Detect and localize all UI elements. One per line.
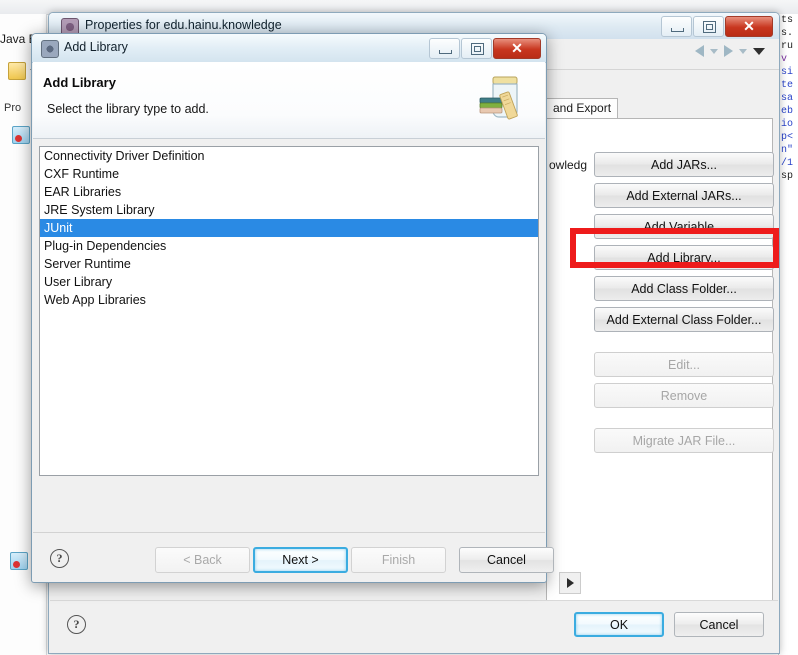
code-line: n" [781,145,794,156]
code-editor-sliver[interactable]: ts s. ru v si te sa eb io p< n" /1 sp [778,14,798,655]
remove-button[interactable]: Remove [594,383,774,408]
code-line: io [781,119,794,130]
add-external-jars-button[interactable]: Add External JARs... [594,183,774,208]
next-button[interactable]: Next > [253,547,348,573]
dialog-close-button[interactable]: ✕ [493,38,541,59]
finish-button[interactable]: Finish [351,547,446,573]
back-button[interactable]: < Back [155,547,250,573]
screen-root: Java EE Pro ts s. ru v si te sa eb io p< [0,0,798,655]
properties-bottom-bar: ? OK Cancel [50,600,778,653]
close-button[interactable]: ✕ [725,16,773,37]
add-library-dialog: Add Library ✕ Add Library Select the lib… [31,33,554,583]
java-file-icon-2[interactable] [10,552,28,570]
code-line: te [781,80,794,91]
close-icon: ✕ [511,40,523,56]
dialog-header: Add Library Select the library type to a… [33,62,545,139]
list-item[interactable]: CXF Runtime [40,165,538,183]
chevron-down-icon-menu[interactable] [753,47,765,55]
dialog-cancel-button[interactable]: Cancel [459,547,554,573]
java-file-icon[interactable] [12,126,30,144]
code-line: ts [781,15,794,26]
list-item[interactable]: Connectivity Driver Definition [40,147,538,165]
horizontal-scroll-right-arrow[interactable] [559,572,581,594]
dialog-heading: Add Library [43,75,116,90]
dialog-minimize-button[interactable] [429,38,460,59]
jar-with-books-icon [479,76,518,120]
minimize-button[interactable] [661,16,692,37]
code-line: sp [781,171,794,182]
dialog-window-title: Add Library [64,40,128,54]
arrow-right-icon[interactable] [724,45,733,57]
library-type-list[interactable]: Connectivity Driver Definition CXF Runti… [39,146,539,476]
code-line: v [781,54,788,65]
add-jars-button[interactable]: Add JARs... [594,152,774,177]
minimize-icon [671,28,684,32]
error-marker-icon [15,135,22,142]
list-item[interactable]: Web App Libraries [40,291,538,309]
arrow-left-icon[interactable] [695,45,704,57]
properties-field-label: owledg [549,158,588,172]
migrate-jar-file-button[interactable]: Migrate JAR File... [594,428,774,453]
add-class-folder-button[interactable]: Add Class Folder... [594,276,774,301]
close-icon: ✕ [743,18,755,34]
code-line: p< [781,132,794,143]
view-label: Pro [4,102,22,114]
dialog-maximize-button[interactable] [461,38,492,59]
list-item[interactable]: EAR Libraries [40,183,538,201]
dialog-window-controls: ✕ [429,38,541,59]
code-line: eb [781,106,794,117]
properties-nav-icons [695,45,765,57]
list-item[interactable]: JRE System Library [40,201,538,219]
properties-window-controls: ✕ [661,16,773,37]
maximize-icon [471,43,484,55]
help-icon[interactable]: ? [67,615,86,634]
list-item[interactable]: Server Runtime [40,255,538,273]
maximize-icon [703,21,716,33]
error-marker-icon-2 [13,561,20,568]
dialog-footer: ? < Back Next > Finish Cancel [33,533,554,581]
list-item[interactable]: User Library [40,273,538,291]
code-line: ru [781,41,794,52]
classpath-button-column: Add JARs... Add External JARs... Add Var… [594,152,774,453]
dialog-help-icon[interactable]: ? [50,549,69,568]
list-item-selected[interactable]: JUnit [40,219,538,237]
button-group-spacer-2 [594,414,774,422]
add-library-button[interactable]: Add Library... [594,245,774,270]
add-library-window-icon [41,40,59,58]
wizard-button-row: < Back Next > Finish Cancel [155,547,554,573]
dialog-titlebar[interactable]: Add Library ✕ [32,34,546,63]
maximize-button[interactable] [693,16,724,37]
tab-order-and-export[interactable]: and Export [546,98,619,119]
cancel-button[interactable]: Cancel [674,612,764,637]
code-line: si [781,67,794,78]
button-group-spacer [594,338,774,346]
ok-button[interactable]: OK [574,612,664,637]
properties-window-title: Properties for edu.hainu.knowledge [85,18,282,32]
minimize-icon [439,50,452,54]
add-external-class-folder-button[interactable]: Add External Class Folder... [594,307,774,332]
properties-dialog-buttons: OK Cancel [574,612,764,637]
edit-button[interactable]: Edit... [594,352,774,377]
dialog-subheading: Select the library type to add. [47,102,209,116]
chevron-down-icon-forward[interactable] [739,48,747,54]
code-line: sa [781,93,794,104]
chevron-down-icon-back[interactable] [710,48,718,54]
add-variable-button[interactable]: Add Variable... [594,214,774,239]
code-line: s. [781,28,794,39]
list-item[interactable]: Plug-in Dependencies [40,237,538,255]
new-wizard-icon[interactable] [8,62,26,80]
code-line: /1 [781,158,794,169]
